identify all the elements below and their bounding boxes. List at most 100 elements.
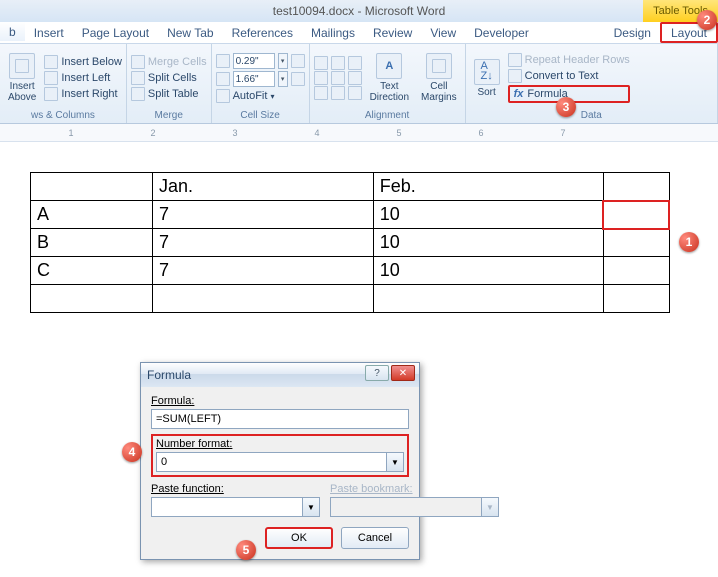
table-cell[interactable]: 10 — [373, 229, 603, 257]
align-tl-icon[interactable] — [314, 56, 328, 70]
text-direction-icon: A — [385, 60, 393, 72]
align-ml-icon[interactable] — [314, 71, 328, 85]
table-cell[interactable]: C — [31, 257, 153, 285]
align-bl-icon[interactable] — [314, 86, 328, 100]
insert-above-button[interactable]: Insert Above — [4, 46, 40, 110]
insert-left-button[interactable]: Insert Left — [44, 71, 122, 85]
paste-bookmark-input — [330, 497, 481, 517]
stepper-icon[interactable]: ▾ — [278, 71, 288, 87]
dialog-titlebar[interactable]: Formula ? ✕ — [141, 363, 419, 387]
align-bc-icon[interactable] — [331, 86, 345, 100]
sort-button[interactable]: AZ↓ Sort — [470, 46, 504, 110]
group-data: AZ↓ Sort Repeat Header Rows Convert to T… — [466, 44, 718, 123]
tab-new-tab[interactable]: New Tab — [158, 22, 222, 43]
insert-above-icon — [15, 59, 29, 73]
table-cell[interactable] — [603, 173, 669, 201]
formula-dialog: Formula ? ✕ Formula: Number format: ▼ Pa… — [140, 362, 420, 560]
paste-function-combo[interactable]: ▼ — [151, 497, 320, 517]
formula-input[interactable] — [151, 409, 409, 429]
table-cell[interactable] — [153, 285, 374, 313]
group-label: Merge — [131, 110, 207, 123]
group-label: Cell Size — [216, 110, 305, 123]
tab-mailings[interactable]: Mailings — [302, 22, 364, 43]
ribbon: Insert Above Insert Below Insert Left In… — [0, 44, 718, 124]
table-cell[interactable] — [603, 285, 669, 313]
word-table[interactable]: Jan. Feb. A 7 10 B 7 10 C 7 10 — [30, 172, 670, 313]
tab-view[interactable]: View — [421, 22, 465, 43]
table-cell[interactable]: 7 — [153, 229, 374, 257]
insert-right-icon — [44, 87, 58, 101]
row-height-field[interactable]: 0.29"▾ — [216, 53, 305, 69]
table-cell[interactable] — [31, 285, 153, 313]
col-width-field[interactable]: 1.66"▾ — [216, 71, 305, 87]
paste-function-label: Paste function: — [151, 483, 320, 495]
dist-cols-icon[interactable] — [291, 72, 305, 86]
group-label: ws & Columns — [4, 110, 122, 123]
tab-b[interactable]: b — [0, 22, 25, 43]
horizontal-ruler[interactable]: 1234567 — [0, 124, 718, 142]
align-tc-icon[interactable] — [331, 56, 345, 70]
align-mc-icon[interactable] — [331, 71, 345, 85]
repeat-header-rows-button[interactable]: Repeat Header Rows — [508, 53, 630, 67]
insert-left-icon — [44, 71, 58, 85]
text-direction-button[interactable]: A Text Direction — [366, 46, 413, 110]
group-rows-columns: Insert Above Insert Below Insert Left In… — [0, 44, 127, 123]
table-cell[interactable] — [603, 229, 669, 257]
insert-right-button[interactable]: Insert Right — [44, 87, 122, 101]
group-merge: Merge Cells Split Cells Split Table Merg… — [127, 44, 212, 123]
repeat-header-icon — [508, 53, 522, 67]
tab-developer[interactable]: Developer — [465, 22, 538, 43]
table-cell[interactable]: 7 — [153, 201, 374, 229]
cell-margins-button[interactable]: Cell Margins — [417, 46, 461, 110]
table-cell[interactable] — [373, 285, 603, 313]
table-cell[interactable]: 10 — [373, 257, 603, 285]
cancel-button[interactable]: Cancel — [341, 527, 409, 549]
table-cell[interactable]: 10 — [373, 201, 603, 229]
table-cell[interactable] — [603, 257, 669, 285]
align-br-icon[interactable] — [348, 86, 362, 100]
ribbon-tabs: b Insert Page Layout New Tab References … — [0, 22, 718, 44]
tab-design[interactable]: Design — [605, 22, 660, 43]
table-cell[interactable]: 7 — [153, 257, 374, 285]
split-cells-button[interactable]: Split Cells — [131, 71, 207, 85]
convert-to-text-button[interactable]: Convert to Text — [508, 69, 630, 83]
table-cell[interactable]: A — [31, 201, 153, 229]
document-area[interactable]: Jan. Feb. A 7 10 B 7 10 C 7 10 — [0, 142, 718, 313]
sort-icon: AZ↓ — [481, 62, 493, 82]
align-mr-icon[interactable] — [348, 71, 362, 85]
paste-function-input[interactable] — [151, 497, 302, 517]
cell-margins-icon — [432, 59, 446, 73]
close-button[interactable]: ✕ — [391, 365, 415, 381]
group-cell-size: 0.29"▾ 1.66"▾ AutoFit▾ Cell Size — [212, 44, 310, 123]
dropdown-icon[interactable]: ▼ — [386, 452, 404, 472]
insert-below-button[interactable]: Insert Below — [44, 55, 122, 69]
table-cell[interactable]: Feb. — [373, 173, 603, 201]
number-format-input[interactable] — [156, 452, 386, 472]
tab-page-layout[interactable]: Page Layout — [73, 22, 158, 43]
dropdown-icon[interactable]: ▼ — [302, 497, 320, 517]
table-cell[interactable]: Jan. — [153, 173, 374, 201]
split-cells-icon — [131, 71, 145, 85]
dropdown-icon: ▼ — [481, 497, 499, 517]
number-format-label: Number format: — [156, 438, 404, 450]
ok-button[interactable]: OK — [265, 527, 333, 549]
insert-below-icon — [44, 55, 58, 69]
dist-rows-icon[interactable] — [291, 54, 305, 68]
tab-references[interactable]: References — [223, 22, 302, 43]
help-button[interactable]: ? — [365, 365, 389, 381]
tab-review[interactable]: Review — [364, 22, 421, 43]
table-row: Jan. Feb. — [31, 173, 670, 201]
merge-cells-button[interactable]: Merge Cells — [131, 55, 207, 69]
stepper-icon[interactable]: ▾ — [278, 53, 288, 69]
convert-text-icon — [508, 69, 522, 83]
tab-insert[interactable]: Insert — [25, 22, 73, 43]
table-row — [31, 285, 670, 313]
table-cell[interactable] — [31, 173, 153, 201]
table-cell[interactable]: B — [31, 229, 153, 257]
autofit-button[interactable]: AutoFit▾ — [216, 89, 305, 103]
number-format-combo[interactable]: ▼ — [156, 452, 404, 472]
align-tr-icon[interactable] — [348, 56, 362, 70]
dialog-title: Formula — [147, 368, 191, 382]
active-cell[interactable] — [603, 201, 669, 229]
split-table-button[interactable]: Split Table — [131, 87, 207, 101]
